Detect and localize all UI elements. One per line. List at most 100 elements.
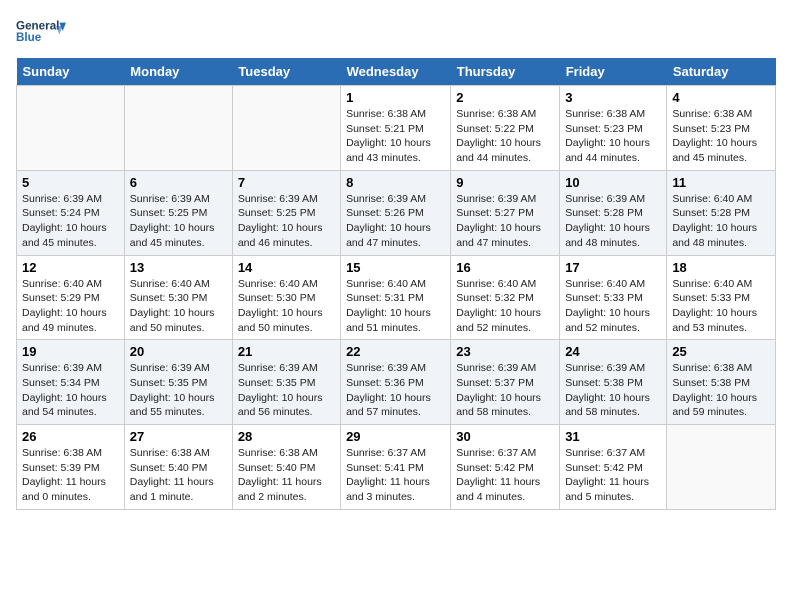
calendar-cell: 25 Sunrise: 6:38 AM Sunset: 5:38 PM Dayli… [667,340,776,425]
day-info: Sunrise: 6:38 AM Sunset: 5:40 PM Dayligh… [130,446,227,505]
day-number: 16 [456,260,554,275]
day-number: 19 [22,344,119,359]
calendar-cell: 10 Sunrise: 6:39 AM Sunset: 5:28 PM Dayli… [560,170,667,255]
svg-text:Blue: Blue [16,31,42,44]
calendar-cell [17,86,125,171]
calendar-week-row: 26 Sunrise: 6:38 AM Sunset: 5:39 PM Dayli… [17,425,776,510]
day-info: Sunrise: 6:40 AM Sunset: 5:33 PM Dayligh… [565,277,661,336]
calendar-cell: 1 Sunrise: 6:38 AM Sunset: 5:21 PM Daylig… [341,86,451,171]
calendar-cell: 3 Sunrise: 6:38 AM Sunset: 5:23 PM Daylig… [560,86,667,171]
day-number: 27 [130,429,227,444]
day-number: 20 [130,344,227,359]
day-number: 12 [22,260,119,275]
day-number: 21 [238,344,335,359]
day-number: 11 [672,175,770,190]
calendar-cell: 4Sunrise: 6:38 AM Sunset: 5:23 PM Daylig… [667,86,776,171]
day-number: 23 [456,344,554,359]
day-info: Sunrise: 6:38 AM Sunset: 5:23 PM Dayligh… [565,107,661,166]
day-info: Sunrise: 6:37 AM Sunset: 5:41 PM Dayligh… [346,446,445,505]
calendar-cell: 6 Sunrise: 6:39 AM Sunset: 5:25 PM Daylig… [124,170,232,255]
day-number: 14 [238,260,335,275]
day-number: 6 [130,175,227,190]
calendar-cell: 30 Sunrise: 6:37 AM Sunset: 5:42 PM Dayli… [451,425,560,510]
calendar-cell [667,425,776,510]
calendar-cell [232,86,340,171]
calendar-cell: 8 Sunrise: 6:39 AM Sunset: 5:26 PM Daylig… [341,170,451,255]
calendar-cell: 11 Sunrise: 6:40 AM Sunset: 5:28 PM Dayli… [667,170,776,255]
day-number: 1 [346,90,445,105]
calendar-cell: 14 Sunrise: 6:40 AM Sunset: 5:30 PM Dayli… [232,255,340,340]
day-number: 17 [565,260,661,275]
calendar-cell: 2 Sunrise: 6:38 AM Sunset: 5:22 PM Daylig… [451,86,560,171]
day-info: Sunrise: 6:40 AM Sunset: 5:32 PM Dayligh… [456,277,554,336]
calendar-cell: 29 Sunrise: 6:37 AM Sunset: 5:41 PM Dayli… [341,425,451,510]
weekday-header-tuesday: Tuesday [232,58,340,86]
calendar-cell [124,86,232,171]
day-info: Sunrise: 6:38 AM Sunset: 5:23 PM Dayligh… [672,107,770,166]
calendar-cell: 18 Sunrise: 6:40 AM Sunset: 5:33 PM Dayli… [667,255,776,340]
day-info: Sunrise: 6:38 AM Sunset: 5:21 PM Dayligh… [346,107,445,166]
day-info: Sunrise: 6:39 AM Sunset: 5:34 PM Dayligh… [22,361,119,420]
day-number: 22 [346,344,445,359]
day-info: Sunrise: 6:39 AM Sunset: 5:38 PM Dayligh… [565,361,661,420]
calendar: SundayMondayTuesdayWednesdayThursdayFrid… [16,58,776,510]
day-number: 2 [456,90,554,105]
day-info: Sunrise: 6:40 AM Sunset: 5:30 PM Dayligh… [238,277,335,336]
day-number: 30 [456,429,554,444]
calendar-cell: 7 Sunrise: 6:39 AM Sunset: 5:25 PM Daylig… [232,170,340,255]
header: General Blue [16,16,776,46]
weekday-header-saturday: Saturday [667,58,776,86]
day-info: Sunrise: 6:37 AM Sunset: 5:42 PM Dayligh… [456,446,554,505]
weekday-header-thursday: Thursday [451,58,560,86]
calendar-cell: 19 Sunrise: 6:39 AM Sunset: 5:34 PM Dayli… [17,340,125,425]
day-info: Sunrise: 6:40 AM Sunset: 5:29 PM Dayligh… [22,277,119,336]
day-number: 8 [346,175,445,190]
day-number: 24 [565,344,661,359]
day-info: Sunrise: 6:39 AM Sunset: 5:37 PM Dayligh… [456,361,554,420]
calendar-week-row: 19 Sunrise: 6:39 AM Sunset: 5:34 PM Dayli… [17,340,776,425]
calendar-cell: 24 Sunrise: 6:39 AM Sunset: 5:38 PM Dayli… [560,340,667,425]
calendar-week-row: 1 Sunrise: 6:38 AM Sunset: 5:21 PM Daylig… [17,86,776,171]
calendar-cell: 27 Sunrise: 6:38 AM Sunset: 5:40 PM Dayli… [124,425,232,510]
day-number: 5 [22,175,119,190]
day-info: Sunrise: 6:38 AM Sunset: 5:38 PM Dayligh… [672,361,770,420]
calendar-cell: 5 Sunrise: 6:39 AM Sunset: 5:24 PM Daylig… [17,170,125,255]
day-info: Sunrise: 6:38 AM Sunset: 5:39 PM Dayligh… [22,446,119,505]
day-number: 28 [238,429,335,444]
calendar-cell: 12 Sunrise: 6:40 AM Sunset: 5:29 PM Dayli… [17,255,125,340]
day-info: Sunrise: 6:40 AM Sunset: 5:30 PM Dayligh… [130,277,227,336]
day-info: Sunrise: 6:39 AM Sunset: 5:26 PM Dayligh… [346,192,445,251]
day-number: 3 [565,90,661,105]
day-info: Sunrise: 6:39 AM Sunset: 5:25 PM Dayligh… [130,192,227,251]
calendar-week-row: 12 Sunrise: 6:40 AM Sunset: 5:29 PM Dayli… [17,255,776,340]
day-number: 26 [22,429,119,444]
day-number: 18 [672,260,770,275]
day-info: Sunrise: 6:40 AM Sunset: 5:31 PM Dayligh… [346,277,445,336]
calendar-cell: 21 Sunrise: 6:39 AM Sunset: 5:35 PM Dayli… [232,340,340,425]
day-info: Sunrise: 6:39 AM Sunset: 5:35 PM Dayligh… [130,361,227,420]
day-number: 10 [565,175,661,190]
calendar-cell: 28 Sunrise: 6:38 AM Sunset: 5:40 PM Dayli… [232,425,340,510]
day-info: Sunrise: 6:39 AM Sunset: 5:25 PM Dayligh… [238,192,335,251]
day-number: 31 [565,429,661,444]
weekday-header-wednesday: Wednesday [341,58,451,86]
day-number: 29 [346,429,445,444]
day-info: Sunrise: 6:38 AM Sunset: 5:22 PM Dayligh… [456,107,554,166]
day-number: 25 [672,344,770,359]
day-info: Sunrise: 6:39 AM Sunset: 5:35 PM Dayligh… [238,361,335,420]
logo: General Blue [16,16,66,46]
day-info: Sunrise: 6:39 AM Sunset: 5:28 PM Dayligh… [565,192,661,251]
weekday-header-friday: Friday [560,58,667,86]
weekday-header-monday: Monday [124,58,232,86]
calendar-cell: 13Sunrise: 6:40 AM Sunset: 5:30 PM Dayli… [124,255,232,340]
day-info: Sunrise: 6:40 AM Sunset: 5:33 PM Dayligh… [672,277,770,336]
day-number: 7 [238,175,335,190]
day-info: Sunrise: 6:38 AM Sunset: 5:40 PM Dayligh… [238,446,335,505]
day-info: Sunrise: 6:40 AM Sunset: 5:28 PM Dayligh… [672,192,770,251]
day-info: Sunrise: 6:39 AM Sunset: 5:24 PM Dayligh… [22,192,119,251]
calendar-cell: 15 Sunrise: 6:40 AM Sunset: 5:31 PM Dayli… [341,255,451,340]
day-number: 15 [346,260,445,275]
day-info: Sunrise: 6:37 AM Sunset: 5:42 PM Dayligh… [565,446,661,505]
calendar-cell: 22Sunrise: 6:39 AM Sunset: 5:36 PM Dayli… [341,340,451,425]
calendar-cell: 9Sunrise: 6:39 AM Sunset: 5:27 PM Daylig… [451,170,560,255]
